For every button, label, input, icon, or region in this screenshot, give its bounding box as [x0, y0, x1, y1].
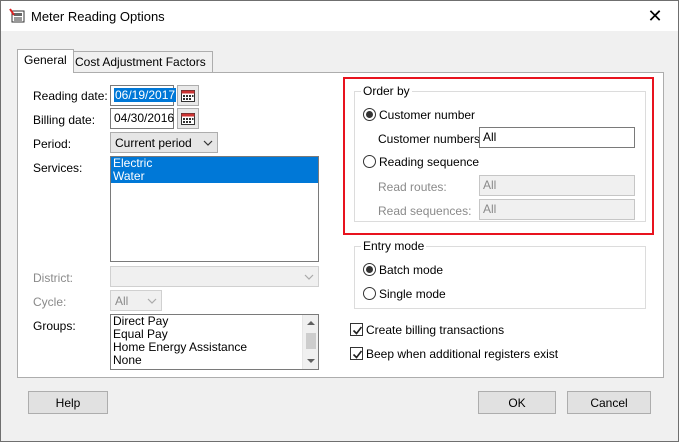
meter-reading-options-dialog: Meter Reading Options ✕ General Cost Adj… [0, 0, 679, 442]
create-billing-checkbox[interactable] [350, 323, 363, 336]
billing-date-value: 04/30/2016 [114, 111, 175, 125]
cancel-button-label: Cancel [590, 395, 628, 410]
highlight-callout [343, 77, 654, 235]
chevron-up-icon[interactable] [307, 319, 315, 327]
window-title: Meter Reading Options [31, 9, 165, 24]
tab-cost-adjustment-factors[interactable]: Cost Adjustment Factors [68, 51, 213, 73]
period-select[interactable]: Current period [110, 132, 218, 153]
period-value: Current period [115, 136, 192, 150]
beep-registers-label: Beep when additional registers exist [366, 347, 559, 361]
single-mode-label: Single mode [379, 287, 446, 301]
groups-scrollbar[interactable] [302, 315, 318, 369]
list-item[interactable]: Home Energy Assistance [111, 341, 318, 354]
chevron-down-icon [203, 140, 213, 146]
list-item[interactable]: None [111, 354, 318, 367]
reading-date-value: 06/19/2017 [114, 88, 177, 102]
chevron-down-icon [304, 274, 314, 280]
chevron-down-icon [147, 298, 157, 304]
meter-app-icon [9, 8, 26, 24]
single-mode-radio[interactable] [363, 287, 376, 300]
help-button-label: Help [55, 395, 81, 410]
ok-button-label: OK [508, 395, 526, 410]
scrollbar-thumb[interactable] [306, 333, 316, 349]
list-item[interactable]: Water [111, 170, 318, 183]
services-label: Services: [33, 161, 83, 175]
billing-date-label: Billing date: [33, 113, 96, 127]
batch-mode-label: Batch mode [379, 263, 444, 277]
district-select[interactable] [110, 266, 319, 287]
district-label: District: [33, 271, 73, 285]
tab-cost-adjustment-label: Cost Adjustment Factors [75, 55, 206, 69]
billing-date-calendar-button[interactable] [177, 108, 199, 129]
checkmark-icon [352, 350, 363, 359]
ok-button[interactable]: OK [478, 391, 556, 414]
groups-label: Groups: [33, 319, 76, 333]
beep-registers-checkbox[interactable] [350, 347, 363, 360]
tab-general[interactable]: General [17, 49, 74, 73]
close-icon: ✕ [647, 5, 663, 26]
calendar-icon [181, 113, 195, 125]
batch-mode-radio[interactable] [363, 263, 376, 276]
billing-date-input[interactable]: 04/30/2016 [110, 108, 174, 129]
reading-date-label: Reading date: [33, 89, 108, 103]
period-label: Period: [33, 137, 72, 151]
cancel-button[interactable]: Cancel [567, 391, 651, 414]
chevron-down-icon[interactable] [307, 357, 315, 365]
close-button[interactable]: ✕ [632, 1, 678, 31]
cycle-label: Cycle: [33, 295, 67, 309]
calendar-icon [181, 90, 195, 102]
create-billing-label: Create billing transactions [366, 323, 505, 337]
cycle-value: All [115, 294, 129, 308]
title-bar: Meter Reading Options ✕ [1, 1, 678, 31]
groups-listbox[interactable]: Direct Pay Equal Pay Home Energy Assista… [110, 314, 319, 370]
checkmark-icon [352, 326, 363, 335]
cycle-select[interactable]: All [110, 290, 162, 311]
tab-general-label: General [24, 53, 67, 67]
help-button[interactable]: Help [28, 391, 108, 414]
reading-date-calendar-button[interactable] [177, 85, 199, 106]
services-listbox[interactable]: Electric Water [110, 156, 319, 262]
entry-mode-title: Entry mode [361, 239, 427, 253]
reading-date-input[interactable]: 06/19/2017 [110, 85, 177, 106]
